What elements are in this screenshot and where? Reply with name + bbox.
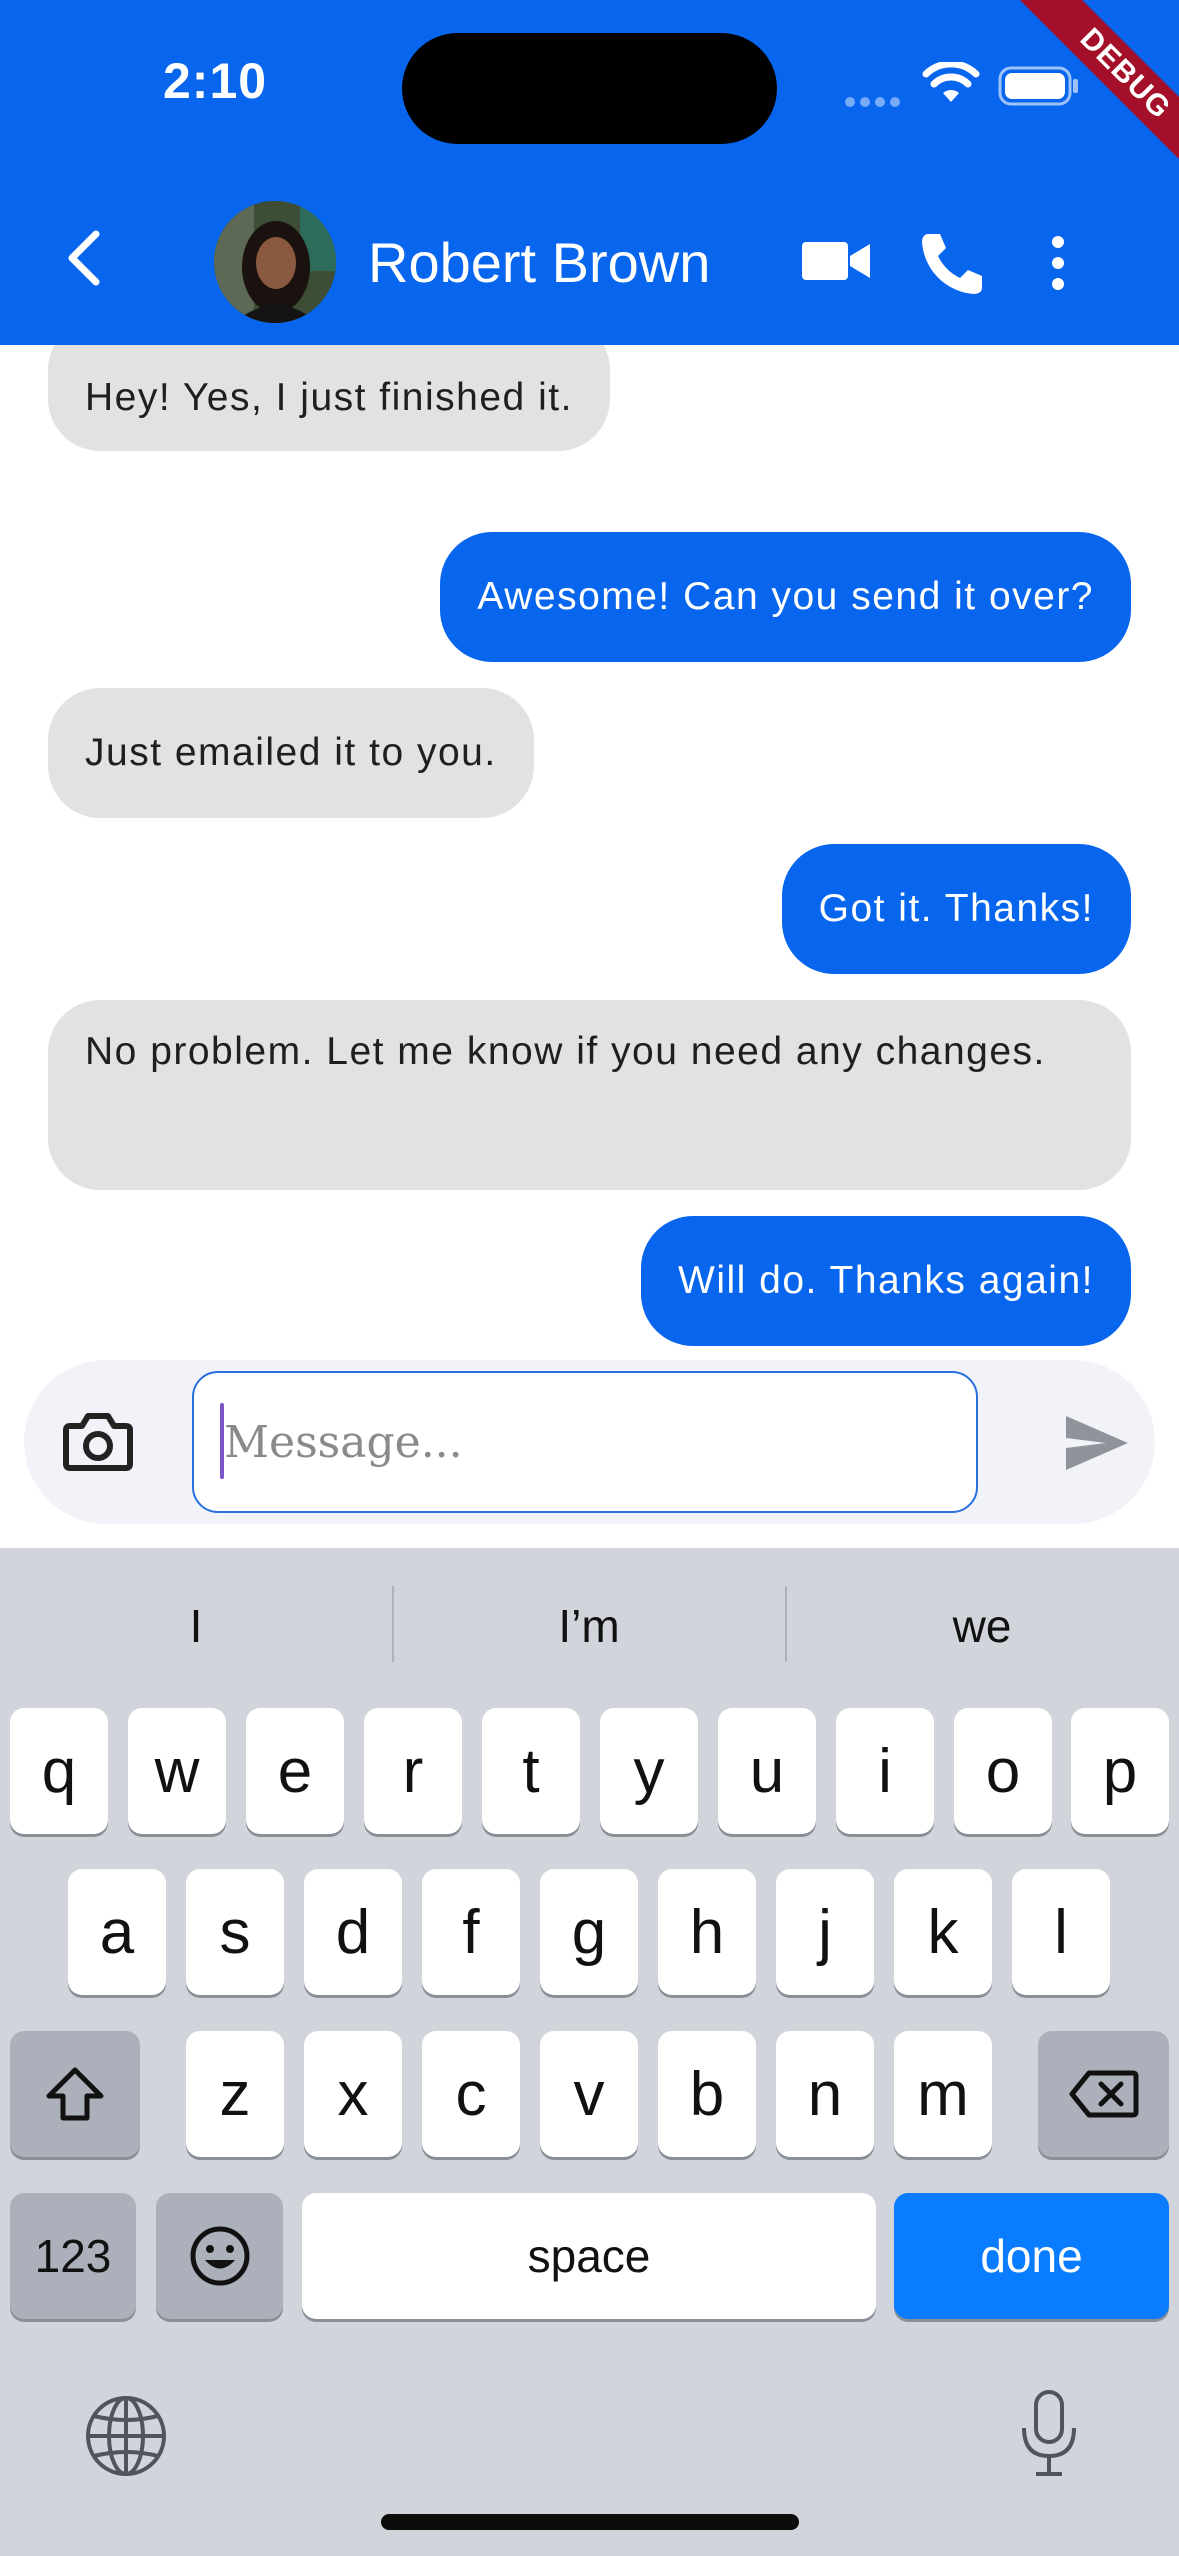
key-h[interactable]: h <box>658 1869 756 1995</box>
more-vertical-icon <box>1052 236 1064 290</box>
key-z[interactable]: z <box>186 2031 284 2157</box>
key-x[interactable]: x <box>304 2031 402 2157</box>
status-time: 2:10 <box>163 53 268 109</box>
numbers-key[interactable]: 123 <box>10 2193 136 2319</box>
camera-icon <box>63 1413 133 1471</box>
video-call-button[interactable] <box>800 228 874 292</box>
shift-key[interactable] <box>10 2031 140 2157</box>
contact-name[interactable]: Robert Brown <box>368 230 710 295</box>
key-u[interactable]: u <box>718 1708 816 1834</box>
key-f[interactable]: f <box>422 1869 520 1995</box>
space-key[interactable]: space <box>302 2193 876 2319</box>
message-input[interactable] <box>192 1371 978 1513</box>
camera-button[interactable] <box>62 1408 134 1474</box>
key-t[interactable]: t <box>482 1708 580 1834</box>
key-r[interactable]: r <box>364 1708 462 1834</box>
phone-icon <box>922 234 982 294</box>
outgoing-message[interactable]: Got it. Thanks! <box>781 844 1131 974</box>
key-v[interactable]: v <box>540 2031 638 2157</box>
suggestion-item[interactable]: I’m <box>393 1576 785 1676</box>
suggestion-item[interactable]: we <box>786 1576 1178 1676</box>
video-camera-icon <box>802 242 870 280</box>
microphone-icon <box>1022 2390 1076 2476</box>
key-j[interactable]: j <box>776 1869 874 1995</box>
suggestion-item[interactable]: I <box>0 1576 392 1676</box>
outgoing-message[interactable]: Awesome! Can you send it over? <box>440 532 1131 662</box>
incoming-message[interactable]: Hey! Yes, I just finished it. <box>48 345 610 451</box>
shift-icon <box>46 2067 104 2121</box>
dynamic-island <box>402 33 777 144</box>
globe-icon <box>86 2396 166 2476</box>
key-o[interactable]: o <box>954 1708 1052 1834</box>
contact-avatar[interactable] <box>214 201 336 323</box>
key-c[interactable]: c <box>422 2031 520 2157</box>
avatar-photo <box>214 201 336 323</box>
emoji-icon <box>190 2226 249 2286</box>
key-a[interactable]: a <box>68 1869 166 1995</box>
message-list[interactable]: Hey! Yes, I just finished it. Awesome! C… <box>0 345 1179 1350</box>
key-s[interactable]: s <box>186 1869 284 1995</box>
back-chevron-icon <box>68 230 100 286</box>
key-b[interactable]: b <box>658 2031 756 2157</box>
voice-call-button[interactable] <box>916 228 986 298</box>
key-d[interactable]: d <box>304 1869 402 1995</box>
key-q[interactable]: q <box>10 1708 108 1834</box>
incoming-message[interactable]: Just emailed it to you. <box>48 688 534 818</box>
wifi-icon <box>922 62 980 102</box>
key-p[interactable]: p <box>1071 1708 1169 1834</box>
outgoing-message[interactable]: Will do. Thanks again! <box>641 1216 1131 1346</box>
done-key[interactable]: done <box>894 2193 1169 2319</box>
more-options-button[interactable] <box>1038 228 1078 298</box>
key-m[interactable]: m <box>894 2031 992 2157</box>
dictation-button[interactable] <box>1018 2388 1080 2480</box>
cellular-signal-icon <box>845 94 905 107</box>
key-g[interactable]: g <box>540 1869 638 1995</box>
battery-icon <box>998 66 1078 106</box>
key-e[interactable]: e <box>246 1708 344 1834</box>
emoji-key[interactable] <box>156 2193 283 2319</box>
send-button[interactable] <box>1062 1412 1132 1474</box>
home-indicator[interactable] <box>381 2514 799 2530</box>
text-caret <box>220 1403 224 1479</box>
key-n[interactable]: n <box>776 2031 874 2157</box>
key-w[interactable]: w <box>128 1708 226 1834</box>
key-k[interactable]: k <box>894 1869 992 1995</box>
backspace-key[interactable] <box>1038 2031 1169 2157</box>
key-i[interactable]: i <box>836 1708 934 1834</box>
incoming-message[interactable]: No problem. Let me know if you need any … <box>48 1000 1131 1190</box>
send-icon <box>1066 1416 1128 1470</box>
key-y[interactable]: y <box>600 1708 698 1834</box>
message-composer <box>24 1360 1155 1524</box>
globe-button[interactable] <box>84 2394 168 2478</box>
key-l[interactable]: l <box>1012 1869 1110 1995</box>
app-bar: 2:10 DEBUG Robert Brown <box>0 0 1179 345</box>
backspace-icon <box>1069 2070 1138 2118</box>
suggestion-bar: I I’m we <box>0 1548 1179 1704</box>
back-button[interactable] <box>48 222 120 294</box>
